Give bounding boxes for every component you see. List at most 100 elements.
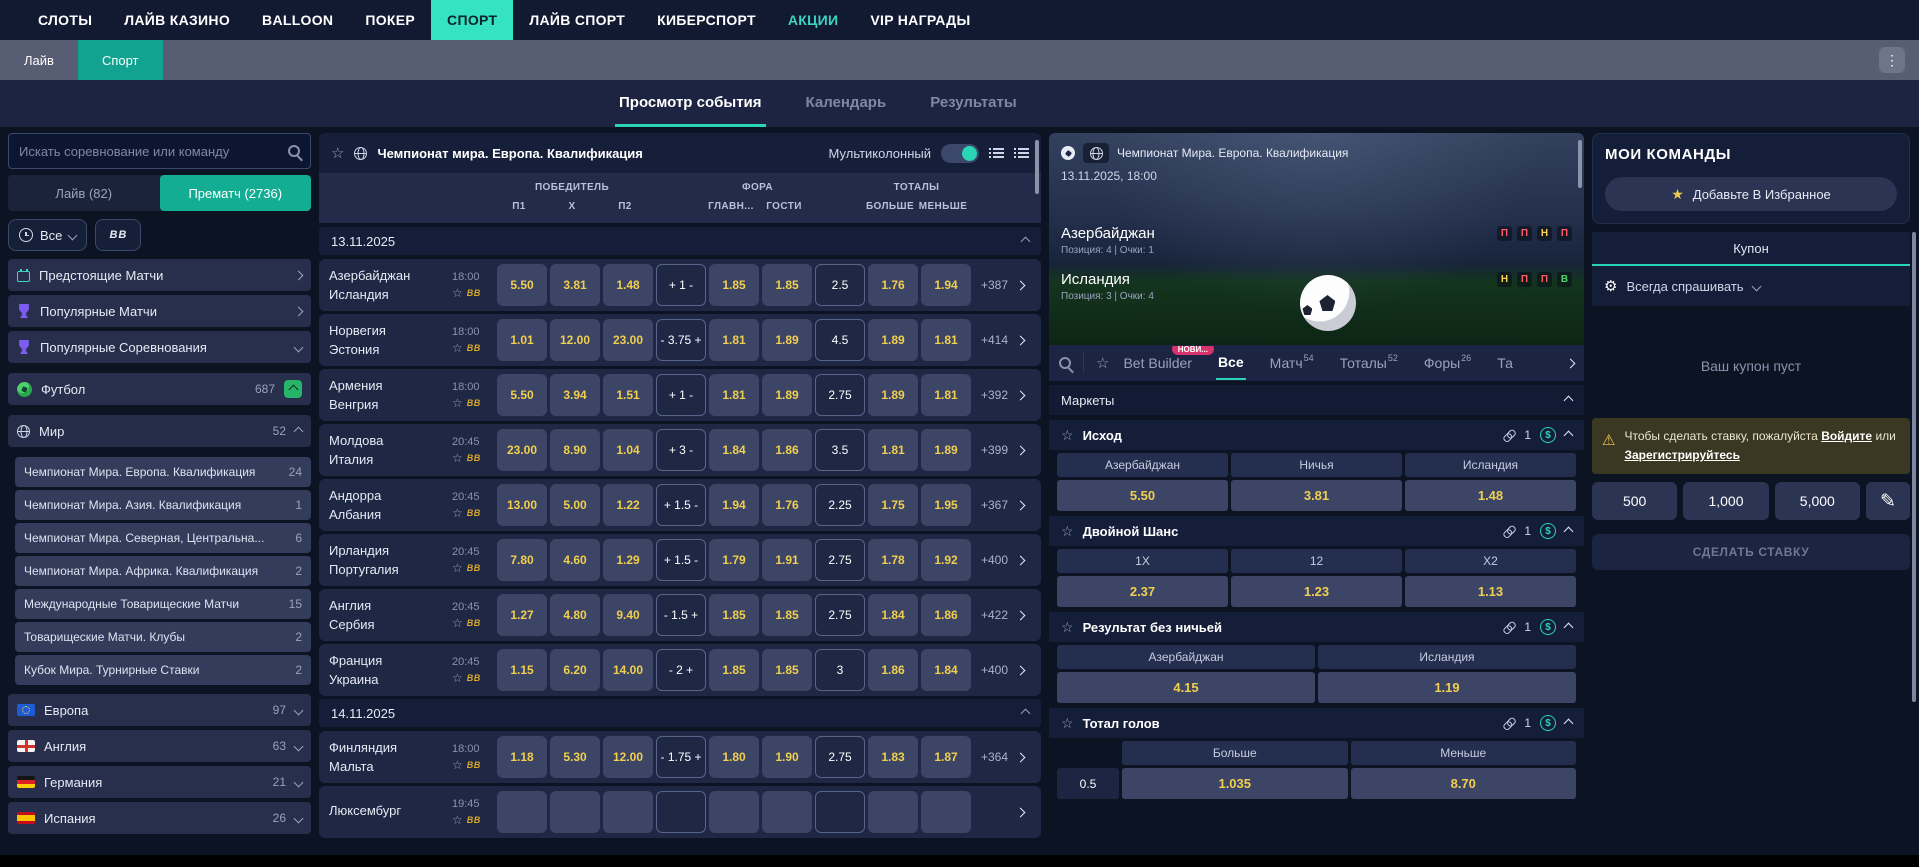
- sidebar-league-item[interactable]: Товарищеские Матчи. Клубы 2: [15, 622, 311, 652]
- match-row[interactable]: Молдова Италия 20:45 ☆ BB 23.00 8.90 1.04 + 3 -1…: [319, 424, 1041, 476]
- favorite-star-icon[interactable]: ☆: [452, 341, 463, 355]
- favorite-star-icon[interactable]: ☆: [452, 396, 463, 410]
- odds-button-p2[interactable]: 1.29: [603, 539, 653, 581]
- odds-button-under[interactable]: 1.86: [921, 594, 971, 636]
- odds-button-handicap-home[interactable]: 1.80: [709, 736, 759, 778]
- odds-button-x[interactable]: 8.90: [550, 429, 600, 471]
- option-odds-button[interactable]: 2.37: [1057, 576, 1228, 607]
- sidebar-league-item[interactable]: Кубок Мира. Турнирные Ставки 2: [15, 655, 311, 685]
- topnav-item-slots[interactable]: СЛОТЫ: [22, 0, 108, 40]
- favorite-star-icon[interactable]: ☆: [1096, 354, 1109, 372]
- odds-button-under[interactable]: 1.95: [921, 484, 971, 526]
- tab-calendar[interactable]: Календарь: [802, 82, 891, 127]
- odds-button-p2[interactable]: 14.00: [603, 649, 653, 691]
- match-row[interactable]: Финляндия Мальта 18:00 ☆ BB 1.18 5.30 12.00- 1.…: [319, 731, 1041, 783]
- detail-scrollbar[interactable]: [1578, 140, 1582, 188]
- option-odds-button[interactable]: 1.035: [1122, 768, 1348, 799]
- odds-button-handicap-home[interactable]: 1.81: [709, 374, 759, 416]
- match-row[interactable]: Люксембург 19:45 ☆ BB: [319, 786, 1041, 838]
- sidebar-country-es[interactable]: Испания 26: [8, 802, 311, 834]
- option-odds-button[interactable]: 8.70: [1350, 768, 1576, 799]
- market-header[interactable]: ☆ Тотал голов 1 $: [1049, 708, 1584, 738]
- topnav-item-live-sport[interactable]: ЛАЙВ СПОРТ: [513, 0, 641, 40]
- odds-button-p2[interactable]: 1.22: [603, 484, 653, 526]
- market-tab-more[interactable]: Та: [1495, 347, 1515, 379]
- prematch-tab[interactable]: Прематч (2736): [159, 175, 311, 211]
- view-compact-icon[interactable]: [989, 147, 1004, 159]
- match-row[interactable]: Андорра Албания 20:45 ☆ BB 13.00 5.00 1.22 + 1.5…: [319, 479, 1041, 531]
- option-odds-button[interactable]: 1.13: [1405, 576, 1576, 607]
- view-expanded-icon[interactable]: [1014, 147, 1029, 159]
- stake-amount-button-5000[interactable]: 5,000: [1774, 482, 1860, 521]
- match-row[interactable]: Армения Венгрия 18:00 ☆ BB 5.50 3.94 1.51 + 1 -1…: [319, 369, 1041, 421]
- favorite-star-icon[interactable]: ☆: [452, 813, 463, 827]
- odds-button-x[interactable]: 6.20: [550, 649, 600, 691]
- odds-button-handicap-away[interactable]: 1.90: [762, 736, 812, 778]
- sidebar-sport-football[interactable]: Футбол 687: [8, 373, 311, 405]
- match-row[interactable]: Норвегия Эстония 18:00 ☆ BB 1.01 12.00 23.00- 3…: [319, 314, 1041, 366]
- search-input[interactable]: [19, 143, 280, 159]
- odds-button-handicap-away[interactable]: [762, 791, 812, 833]
- market-tab-handicaps[interactable]: Форы 26: [1422, 347, 1473, 379]
- odds-button-x[interactable]: 5.00: [550, 484, 600, 526]
- stake-amount-button-1000[interactable]: 1,000: [1683, 482, 1769, 521]
- odds-button-x[interactable]: 3.94: [550, 374, 600, 416]
- odds-button-handicap-away[interactable]: 1.89: [762, 374, 812, 416]
- topnav-item-live-casino[interactable]: ЛАЙВ КАЗИНО: [108, 0, 246, 40]
- market-header[interactable]: ☆ Исход 1 $: [1049, 420, 1584, 450]
- odds-button-over[interactable]: 1.86: [868, 649, 918, 691]
- odds-button-under[interactable]: 1.81: [921, 374, 971, 416]
- search-icon[interactable]: [1059, 357, 1071, 369]
- odds-button-x[interactable]: 3.81: [550, 264, 600, 306]
- sidebar-league-item[interactable]: Чемпионат Мира. Северная, Центральна... 6: [15, 523, 311, 553]
- page-scrollbar[interactable]: [1912, 232, 1916, 702]
- odds-button-p1[interactable]: 13.00: [497, 484, 547, 526]
- odds-button-handicap-home[interactable]: 1.84: [709, 429, 759, 471]
- market-header[interactable]: ☆ Двойной Шанс 1 $: [1049, 516, 1584, 546]
- topnav-item-esports[interactable]: КИБЕРСПОРТ: [641, 0, 772, 40]
- odds-button-handicap-away[interactable]: 1.76: [762, 484, 812, 526]
- sidebar-region-world[interactable]: Мир 52: [8, 415, 311, 447]
- odds-button-p2[interactable]: 23.00: [603, 319, 653, 361]
- favorite-star-icon[interactable]: ☆: [452, 616, 463, 630]
- odds-button-p1[interactable]: 1.15: [497, 649, 547, 691]
- odds-button-p1[interactable]: 1.18: [497, 736, 547, 778]
- markets-section-header[interactable]: Маркеты: [1049, 385, 1584, 415]
- odds-button-p2[interactable]: 9.40: [603, 594, 653, 636]
- odds-button-p1[interactable]: 5.50: [497, 374, 547, 416]
- open-match-button[interactable]: [1011, 752, 1029, 762]
- odds-button-handicap-away[interactable]: 1.91: [762, 539, 812, 581]
- odds-button-over[interactable]: 1.89: [868, 319, 918, 361]
- odds-button-handicap-home[interactable]: 1.94: [709, 484, 759, 526]
- odds-button-x[interactable]: 5.30: [550, 736, 600, 778]
- favorite-star-icon[interactable]: ☆: [331, 144, 344, 162]
- time-filter-button[interactable]: Все: [8, 219, 88, 251]
- open-match-button[interactable]: [1011, 390, 1029, 400]
- favorite-star-icon[interactable]: ☆: [452, 506, 463, 520]
- ask-mode-selector[interactable]: ⚙ Всегда спрашивать: [1592, 266, 1910, 306]
- sidebar-league-item[interactable]: Чемпионат Мира. Африка. Квалификация 2: [15, 556, 311, 586]
- odds-button-over[interactable]: 1.84: [868, 594, 918, 636]
- odds-button-handicap-home[interactable]: 1.81: [709, 319, 759, 361]
- odds-button-handicap-away[interactable]: 1.85: [762, 264, 812, 306]
- open-match-button[interactable]: [1011, 280, 1029, 290]
- edit-stake-button[interactable]: ✎: [1865, 482, 1910, 521]
- open-match-button[interactable]: [1011, 610, 1029, 620]
- sidebar-item-upcoming-matches[interactable]: Предстоящие Матчи: [8, 259, 311, 291]
- odds-button-over[interactable]: 1.81: [868, 429, 918, 471]
- option-odds-button[interactable]: 5.50: [1057, 480, 1228, 511]
- subnav-live-tab[interactable]: Лайв: [0, 40, 78, 80]
- market-header[interactable]: ☆ Результат без ничьей 1 $: [1049, 612, 1584, 642]
- bet-builder-filter-button[interactable]: BB: [95, 219, 142, 251]
- favorite-star-icon[interactable]: ☆: [1061, 619, 1074, 636]
- match-row[interactable]: Азербайджан Исландия 18:00 ☆ BB 5.50 3.81 1.48 +…: [319, 259, 1041, 311]
- odds-button-p1[interactable]: 1.27: [497, 594, 547, 636]
- odds-button-handicap-away[interactable]: 1.85: [762, 649, 812, 691]
- date-group-header[interactable]: 13.11.2025: [319, 227, 1041, 255]
- option-odds-button[interactable]: 1.48: [1405, 480, 1576, 511]
- stake-amount-button-500[interactable]: 500: [1592, 482, 1678, 521]
- sidebar-league-item[interactable]: Международные Товарищеские Матчи 15: [15, 589, 311, 619]
- favorite-star-icon[interactable]: ☆: [1061, 427, 1074, 444]
- odds-button-handicap-home[interactable]: [709, 791, 759, 833]
- odds-button-p1[interactable]: 7.80: [497, 539, 547, 581]
